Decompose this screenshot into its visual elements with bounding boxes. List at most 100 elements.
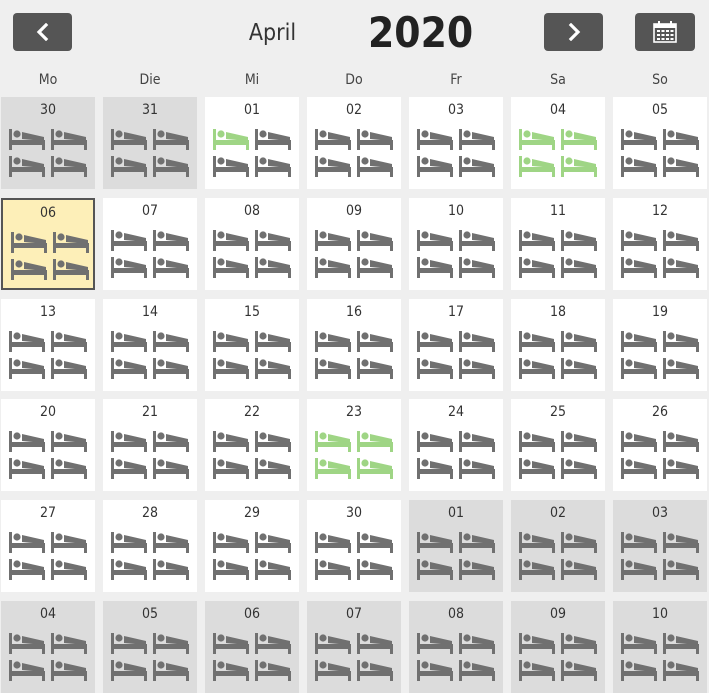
day-cell[interactable]: 18 [511,299,605,391]
bed-icon [459,431,495,452]
bed-icon [111,156,147,177]
day-cell[interactable]: 09 [307,198,401,290]
bed-icon [51,331,87,352]
bed-icon [315,431,351,452]
day-cell[interactable]: 23 [307,399,401,491]
bed-icon [9,331,45,352]
day-cell[interactable]: 12 [613,198,707,290]
bed-icon [213,156,249,177]
weekday-fr: Fr [450,72,462,88]
bed-icon [11,259,47,280]
bed-icon [213,660,249,681]
day-cell[interactable]: 08 [409,601,503,693]
day-number: 14 [141,304,159,320]
day-cell[interactable]: 24 [409,399,503,491]
bed-icon [213,431,249,452]
day-cell[interactable]: 22 [205,399,299,491]
day-cell[interactable]: 13 [1,299,95,391]
day-cell[interactable]: 01 [409,500,503,592]
day-cell[interactable]: 30 [1,97,95,189]
day-number: 24 [447,404,465,420]
day-number: 17 [447,304,465,320]
bed-icon [315,458,351,479]
day-cell[interactable]: 02 [511,500,605,592]
day-cell[interactable]: 04 [1,601,95,693]
bed-icon [519,129,555,150]
day-cell[interactable]: 31 [103,97,197,189]
day-number: 31 [141,102,159,118]
bed-icon [255,230,291,251]
calendar-picker-button[interactable] [635,13,695,51]
bed-icon [663,660,699,681]
day-cell[interactable]: 25 [511,399,605,491]
bed-icon [561,660,597,681]
bed-icon [153,458,189,479]
bed-icon [663,532,699,553]
bed-icon [459,358,495,379]
bed-icon [417,458,453,479]
day-cell[interactable]: 15 [205,299,299,391]
bed-icon [255,358,291,379]
day-cell[interactable]: 02 [307,97,401,189]
day-cell[interactable]: 14 [103,299,197,391]
day-cell[interactable]: 26 [613,399,707,491]
day-cell[interactable]: 28 [103,500,197,592]
bed-icon [53,259,89,280]
bed-icon [255,660,291,681]
bed-icon [213,230,249,251]
day-cell[interactable]: 05 [613,97,707,189]
day-cell[interactable]: 09 [511,601,605,693]
day-cell[interactable]: 30 [307,500,401,592]
bed-icon [9,532,45,553]
weekday-sa: Sa [550,72,566,88]
day-cell[interactable]: 16 [307,299,401,391]
bed-icon [417,431,453,452]
day-cell[interactable]: 03 [613,500,707,592]
day-number: 21 [141,404,159,420]
bed-icon [315,559,351,580]
day-cell[interactable]: 10 [613,601,707,693]
day-cell[interactable]: 10 [409,198,503,290]
bed-icon [561,358,597,379]
bed-icon [315,230,351,251]
bed-icon [621,660,657,681]
bed-icon [621,358,657,379]
weekday-so: So [652,72,668,88]
day-cell[interactable]: 08 [205,198,299,290]
day-cell[interactable]: 07 [103,198,197,290]
day-cell[interactable]: 06 [1,198,95,290]
bed-icon [663,358,699,379]
day-cell[interactable]: 01 [205,97,299,189]
bed-icon [213,358,249,379]
bed-icon [663,129,699,150]
day-cell[interactable]: 27 [1,500,95,592]
day-cell[interactable]: 07 [307,601,401,693]
bed-icon [111,331,147,352]
day-cell[interactable]: 20 [1,399,95,491]
day-cell[interactable]: 05 [103,601,197,693]
bed-icon [417,257,453,278]
next-month-button[interactable] [544,13,603,51]
month-label: April [248,20,297,46]
day-number: 27 [39,505,57,521]
bed-icon [51,559,87,580]
day-cell[interactable]: 06 [205,601,299,693]
bed-icon [153,660,189,681]
day-cell[interactable]: 29 [205,500,299,592]
day-cell[interactable]: 04 [511,97,605,189]
day-cell[interactable]: 21 [103,399,197,491]
prev-month-button[interactable] [13,13,72,51]
bed-icon [459,660,495,681]
bed-icon [51,156,87,177]
bed-icon [459,156,495,177]
day-cell[interactable]: 17 [409,299,503,391]
weekday-die: Die [139,72,161,88]
day-cell[interactable]: 11 [511,198,605,290]
bed-icon [561,230,597,251]
bed-icon [357,257,393,278]
bed-icon [417,358,453,379]
bed-icon [255,532,291,553]
day-number: 03 [651,505,669,521]
day-cell[interactable]: 19 [613,299,707,391]
day-cell[interactable]: 03 [409,97,503,189]
